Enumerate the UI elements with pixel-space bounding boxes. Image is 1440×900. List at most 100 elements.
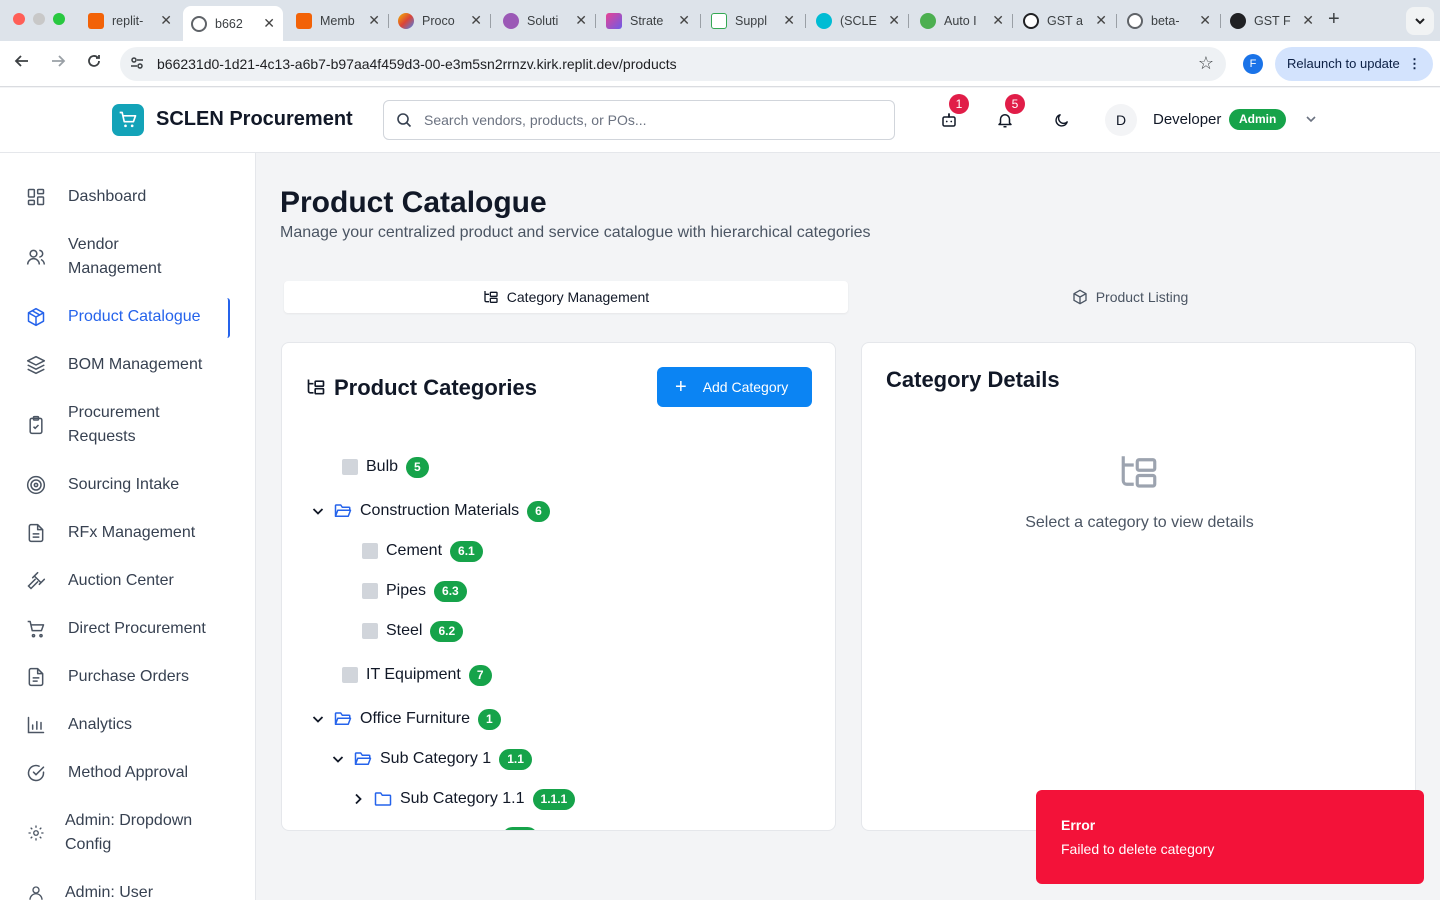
close-icon[interactable]: ✕ bbox=[263, 15, 275, 32]
profile-avatar[interactable]: F bbox=[1243, 54, 1263, 74]
browser-tab[interactable]: replit- ✕ bbox=[80, 6, 180, 35]
reload-button[interactable] bbox=[82, 53, 106, 74]
sidebar-item-label: Procurement Requests bbox=[68, 404, 160, 445]
url-text: b66231d0-1d21-4c13-a6b7-b97aa4f459d3-00-… bbox=[157, 56, 677, 72]
sidebar-item-product-catalogue[interactable]: Product Catalogue bbox=[24, 305, 232, 329]
sidebar-item-label: Dashboard bbox=[68, 188, 147, 205]
minimize-window-button[interactable] bbox=[33, 13, 45, 25]
category-row-sub-category-1-1[interactable]: Sub Category 1.1 1.1.1 bbox=[350, 787, 576, 811]
bookmark-star-icon[interactable]: ☆ bbox=[1198, 53, 1214, 74]
user-name[interactable]: Developer bbox=[1153, 111, 1221, 128]
box-icon bbox=[24, 305, 48, 329]
category-code-badge: 1 bbox=[477, 708, 501, 730]
sidebar-item-auction-center[interactable]: Auction Center bbox=[24, 569, 232, 593]
close-icon[interactable]: ✕ bbox=[992, 12, 1004, 29]
category-code-badge: 5 bbox=[406, 456, 429, 478]
site-settings-icon[interactable] bbox=[129, 55, 145, 74]
global-search[interactable] bbox=[383, 100, 895, 140]
close-icon[interactable]: ✕ bbox=[1199, 12, 1211, 29]
cart-button[interactable]: 1 bbox=[937, 94, 969, 132]
close-icon[interactable]: ✕ bbox=[888, 12, 900, 29]
target-icon bbox=[24, 473, 48, 497]
close-icon[interactable]: ✕ bbox=[1302, 12, 1314, 29]
tab-category-management[interactable]: Category Management bbox=[284, 281, 848, 313]
close-icon[interactable]: ✕ bbox=[1095, 12, 1107, 29]
leaf-checkbox[interactable] bbox=[362, 623, 378, 639]
chevron-right-icon[interactable] bbox=[350, 792, 366, 806]
sidebar-item-admin-dropdown-config[interactable]: Admin: Dropdown Config bbox=[24, 809, 232, 857]
sidebar-item-purchase-orders[interactable]: Purchase Orders bbox=[24, 665, 232, 689]
relaunch-button[interactable]: Relaunch to update ⋮ bbox=[1275, 47, 1433, 81]
browser-tab[interactable]: Proco ✕ bbox=[390, 6, 490, 35]
close-window-button[interactable] bbox=[13, 13, 25, 25]
category-details-card: Category Details Select a category to vi… bbox=[861, 342, 1416, 831]
sidebar-item-bom-management[interactable]: BOM Management bbox=[24, 353, 232, 377]
close-icon[interactable]: ✕ bbox=[368, 12, 380, 29]
theme-toggle-button[interactable] bbox=[1049, 108, 1073, 132]
sidebar-item-rfx-management[interactable]: RFx Management bbox=[24, 521, 232, 545]
leaf-checkbox[interactable] bbox=[362, 543, 378, 559]
browser-tab[interactable]: Strate ✕ bbox=[598, 6, 698, 35]
chevron-down-icon[interactable] bbox=[310, 504, 326, 518]
browser-tab[interactable]: Suppl ✕ bbox=[703, 6, 803, 35]
close-icon[interactable]: ✕ bbox=[783, 12, 795, 29]
cart-badge: 1 bbox=[949, 94, 969, 114]
user-avatar[interactable]: D bbox=[1105, 104, 1137, 136]
forward-button[interactable] bbox=[46, 53, 70, 74]
category-row-it-equipment[interactable]: IT Equipment 7 bbox=[342, 663, 492, 687]
category-row-cement[interactable]: Cement 6.1 bbox=[362, 539, 483, 563]
app-icon bbox=[711, 12, 727, 29]
folder-tree-icon bbox=[483, 289, 499, 305]
replit-icon bbox=[88, 12, 104, 29]
close-icon[interactable]: ✕ bbox=[678, 12, 690, 29]
tab-search-button[interactable] bbox=[1406, 7, 1434, 35]
maximize-window-button[interactable] bbox=[53, 13, 65, 25]
browser-tab[interactable]: Soluti ✕ bbox=[495, 6, 595, 35]
sidebar-item-label: Direct Procurement bbox=[68, 620, 206, 637]
sidebar-item-dashboard[interactable]: Dashboard bbox=[24, 185, 232, 209]
app-icon bbox=[920, 12, 936, 29]
browser-tab[interactable]: Memb ✕ bbox=[288, 6, 388, 35]
browser-tab-active[interactable]: b662 ✕ bbox=[183, 6, 283, 41]
sidebar-item-method-approval[interactable]: Method Approval bbox=[24, 761, 232, 785]
chevron-down-icon[interactable] bbox=[310, 712, 326, 726]
notifications-button[interactable]: 5 bbox=[993, 94, 1025, 132]
sidebar-item-procurement-requests[interactable]: Procurement Requests bbox=[24, 401, 232, 449]
sidebar-item-direct-procurement[interactable]: Direct Procurement bbox=[24, 617, 232, 641]
leaf-checkbox[interactable] bbox=[342, 667, 358, 683]
address-bar[interactable]: b66231d0-1d21-4c13-a6b7-b97aa4f459d3-00-… bbox=[120, 47, 1226, 81]
search-input[interactable] bbox=[424, 109, 884, 131]
user-menu-chevron-icon[interactable] bbox=[1304, 112, 1318, 131]
category-row-steel[interactable]: Steel 6.2 bbox=[362, 619, 464, 643]
browser-tab[interactable]: Auto I ✕ bbox=[912, 6, 1012, 35]
more-vert-icon[interactable]: ⋮ bbox=[1408, 47, 1421, 81]
arrow-left-icon bbox=[14, 55, 28, 67]
category-row-pipes[interactable]: Pipes 6.3 bbox=[362, 579, 467, 603]
close-icon[interactable]: ✕ bbox=[160, 12, 172, 29]
error-toast[interactable]: Error Failed to delete category bbox=[1036, 790, 1424, 884]
browser-tab[interactable]: GST F ✕ bbox=[1222, 6, 1322, 35]
close-icon[interactable]: ✕ bbox=[575, 12, 587, 29]
sidebar-item-sourcing-intake[interactable]: Sourcing Intake bbox=[24, 473, 232, 497]
back-button[interactable] bbox=[10, 53, 34, 74]
close-icon[interactable]: ✕ bbox=[470, 12, 482, 29]
sidebar-item-admin-user[interactable]: Admin: User bbox=[24, 881, 232, 900]
category-row-office-furniture[interactable]: Office Furniture 1 bbox=[310, 707, 501, 731]
category-row-construction-materials[interactable]: Construction Materials 6 bbox=[310, 499, 550, 523]
chevron-down-icon[interactable] bbox=[330, 752, 346, 766]
sidebar-item-analytics[interactable]: Analytics bbox=[24, 713, 232, 737]
sidebar-item-vendor-management[interactable]: Vendor Management bbox=[24, 233, 232, 281]
category-row-bulb[interactable]: Bulb 5 bbox=[342, 455, 429, 479]
add-category-button[interactable]: + Add Category bbox=[657, 367, 812, 407]
empty-state-text: Select a category to view details bbox=[1025, 514, 1254, 531]
category-row-sub-category-1[interactable]: Sub Category 1 1.1 bbox=[330, 747, 532, 771]
leaf-checkbox[interactable] bbox=[342, 459, 358, 475]
browser-tab[interactable]: (SCLE ✕ bbox=[808, 6, 908, 35]
leaf-checkbox[interactable] bbox=[362, 583, 378, 599]
new-tab-button[interactable]: + bbox=[1328, 8, 1340, 31]
tab-product-listing[interactable]: Product Listing bbox=[848, 281, 1412, 313]
browser-tab[interactable]: beta- ✕ bbox=[1119, 6, 1219, 35]
toast-title: Error bbox=[1061, 817, 1096, 833]
sidebar-item-label: Product Catalogue bbox=[68, 308, 201, 325]
browser-tab[interactable]: GST a ✕ bbox=[1015, 6, 1115, 35]
